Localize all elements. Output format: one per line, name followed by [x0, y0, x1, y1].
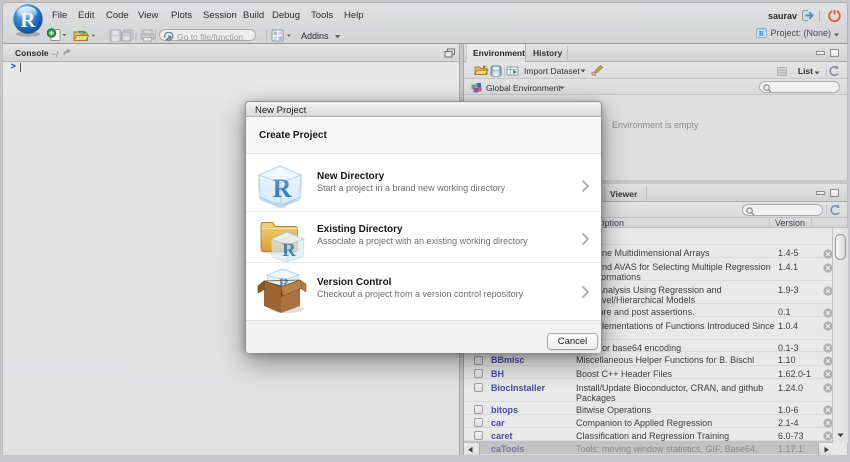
svg-text:R: R [20, 8, 36, 32]
svg-text:R: R [759, 29, 765, 38]
